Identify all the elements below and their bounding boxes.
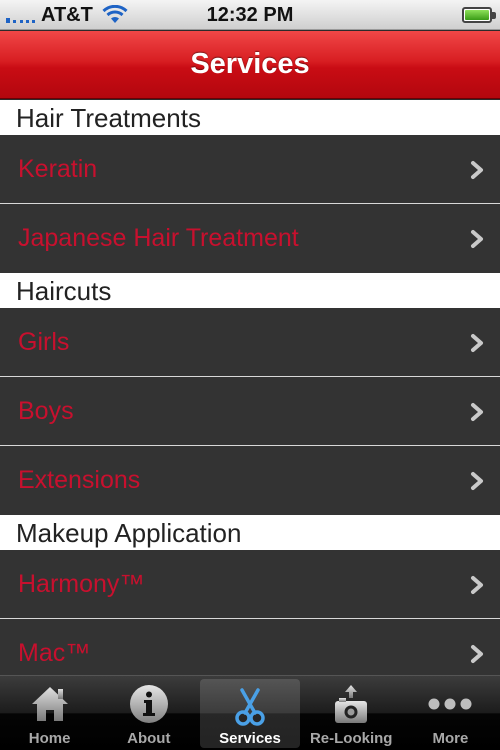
chevron-right-icon	[470, 644, 484, 669]
tab-more[interactable]: More	[401, 676, 500, 750]
list-item-girls[interactable]: Girls	[0, 308, 500, 377]
navigation-bar: Services	[0, 31, 500, 99]
info-icon	[99, 682, 198, 726]
chevron-right-icon	[470, 160, 484, 185]
tab-label: Re-Looking	[309, 730, 393, 747]
tab-re-looking[interactable]: Re-Looking	[302, 676, 401, 750]
list-item-label: Extensions	[18, 466, 141, 494]
status-bar: AT&T 12:32 PM	[0, 0, 500, 30]
tab-label: More	[432, 730, 469, 747]
tab-bar: Home About Services Re-Looking More	[0, 675, 500, 750]
section-header-makeup-application: Makeup Application	[0, 515, 500, 550]
tab-about[interactable]: About	[99, 676, 198, 750]
chevron-right-icon	[470, 333, 484, 358]
tab-services[interactable]: Services	[200, 679, 300, 748]
camera-upload-icon	[302, 682, 401, 726]
list-item-boys[interactable]: Boys	[0, 377, 500, 446]
section-header-hair-treatments: Hair Treatments	[0, 100, 500, 135]
list-item-extensions[interactable]: Extensions	[0, 446, 500, 515]
services-list: Hair Treatments Keratin Japanese Hair Tr…	[0, 100, 500, 688]
section-header-haircuts: Haircuts	[0, 273, 500, 308]
list-item-label: Boys	[18, 397, 74, 425]
page-title: Services	[190, 48, 310, 80]
scissors-icon	[200, 685, 299, 729]
tab-label: Services	[219, 730, 281, 747]
list-item-label: Keratin	[18, 155, 98, 183]
tab-label: Home	[28, 730, 71, 747]
more-dots-icon	[401, 682, 500, 726]
clock: 12:32 PM	[206, 4, 294, 26]
chevron-right-icon	[470, 402, 484, 427]
list-item-label: Girls	[18, 328, 70, 356]
chevron-right-icon	[470, 229, 484, 254]
tab-label: About	[127, 730, 171, 747]
list-item-label: Japanese Hair Treatment	[18, 224, 299, 252]
list-item-label: Harmony™	[18, 570, 145, 598]
list-item-japanese-hair-treatment[interactable]: Japanese Hair Treatment	[0, 204, 500, 273]
chevron-right-icon	[470, 471, 484, 496]
chevron-right-icon	[470, 575, 484, 600]
list-item-harmony[interactable]: Harmony™	[0, 550, 500, 619]
tab-home[interactable]: Home	[0, 676, 99, 750]
home-icon	[0, 682, 99, 726]
battery-icon	[462, 7, 496, 23]
list-item-keratin[interactable]: Keratin	[0, 135, 500, 204]
